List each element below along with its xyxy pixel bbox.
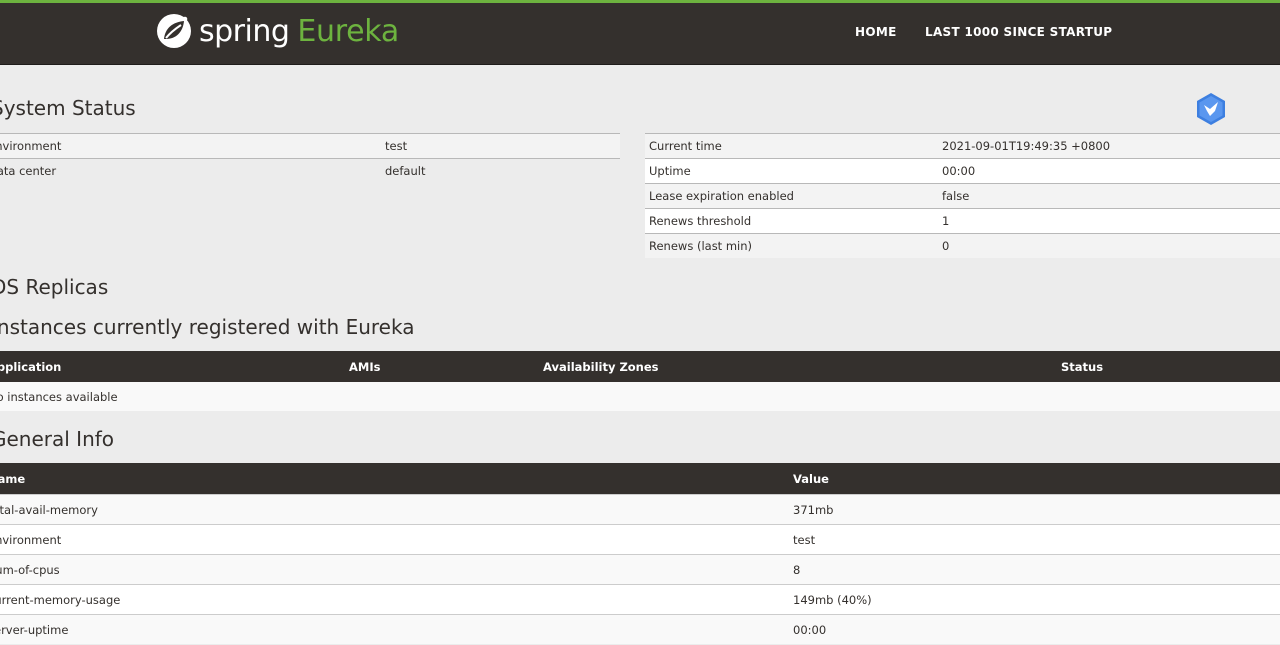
status-value: 00:00 xyxy=(938,158,1280,184)
table-row: Environment test xyxy=(0,133,620,159)
no-instances-text: No instances available xyxy=(0,382,1280,411)
nav-home-link[interactable]: HOME xyxy=(855,25,897,39)
column-header-status: Status xyxy=(1061,351,1280,382)
table-row: Data center default xyxy=(0,158,620,183)
status-key: Data center xyxy=(0,158,381,183)
status-key: Renews threshold xyxy=(645,208,938,234)
column-header-application: Application xyxy=(0,351,349,382)
status-key: Uptime xyxy=(645,158,938,184)
info-name: environment xyxy=(0,524,793,555)
table-row: server-uptime 00:00 xyxy=(0,614,1280,644)
table-row: Uptime 00:00 xyxy=(645,158,1280,184)
column-header-name: Name xyxy=(0,463,793,495)
brand-eureka-text: Eureka xyxy=(297,13,399,49)
column-header-value: Value xyxy=(793,463,1280,495)
table-row: No instances available xyxy=(0,382,1280,411)
info-name: num-of-cpus xyxy=(0,554,793,585)
table-row: current-memory-usage 149mb (40%) xyxy=(0,584,1280,615)
info-value: 8 xyxy=(793,554,1280,585)
table-row: Lease expiration enabled false xyxy=(645,183,1280,209)
table-row: num-of-cpus 8 xyxy=(0,554,1280,585)
system-status-table-left: Environment test Data center default xyxy=(0,133,620,183)
system-status-heading: System Status xyxy=(0,96,136,120)
info-name: total-avail-memory xyxy=(0,494,793,525)
brand-logo[interactable]: spring Eureka xyxy=(155,11,399,51)
general-info-heading: General Info xyxy=(0,427,115,451)
nav-last-1000-link[interactable]: LAST 1000 SINCE STARTUP xyxy=(925,25,1112,39)
info-name: current-memory-usage xyxy=(0,584,793,615)
table-header-row: Name Value xyxy=(0,463,1280,495)
table-row: total-avail-memory 371mb xyxy=(0,494,1280,525)
status-value: false xyxy=(938,183,1280,209)
table-row: Current time 2021-09-01T19:49:35 +0800 xyxy=(645,133,1280,159)
info-value: 371mb xyxy=(793,494,1280,525)
spring-leaf-icon xyxy=(157,14,191,48)
bird-hexagon-icon[interactable] xyxy=(1194,92,1228,126)
status-value: default xyxy=(381,158,620,183)
brand-spring-text: spring xyxy=(199,13,290,49)
status-key: Lease expiration enabled xyxy=(645,183,938,209)
column-header-amis: AMIs xyxy=(349,351,543,382)
column-header-availability-zones: Availability Zones xyxy=(543,351,1061,382)
status-value: 2021-09-01T19:49:35 +0800 xyxy=(938,133,1280,159)
info-value: test xyxy=(793,524,1280,555)
table-row: Renews (last min) 0 xyxy=(645,233,1280,258)
ds-replicas-heading: DS Replicas xyxy=(0,275,109,299)
instances-heading: Instances currently registered with Eure… xyxy=(0,315,415,339)
table-row: Renews threshold 1 xyxy=(645,208,1280,234)
info-name: server-uptime xyxy=(0,614,793,644)
status-value: test xyxy=(381,133,620,159)
instances-table: Application AMIs Availability Zones Stat… xyxy=(0,351,1280,411)
status-key: Environment xyxy=(0,133,381,159)
table-header-row: Application AMIs Availability Zones Stat… xyxy=(0,351,1280,382)
table-row: environment test xyxy=(0,524,1280,555)
system-status-table-right: Current time 2021-09-01T19:49:35 +0800 U… xyxy=(645,133,1280,258)
status-value: 0 xyxy=(938,233,1280,258)
navbar: spring Eureka HOME LAST 1000 SINCE START… xyxy=(0,3,1280,65)
general-info-table: Name Value total-avail-memory 371mb envi… xyxy=(0,463,1280,644)
info-value: 149mb (40%) xyxy=(793,584,1280,615)
info-value: 00:00 xyxy=(793,614,1280,644)
status-key: Current time xyxy=(645,133,938,159)
status-value: 1 xyxy=(938,208,1280,234)
status-key: Renews (last min) xyxy=(645,233,938,258)
